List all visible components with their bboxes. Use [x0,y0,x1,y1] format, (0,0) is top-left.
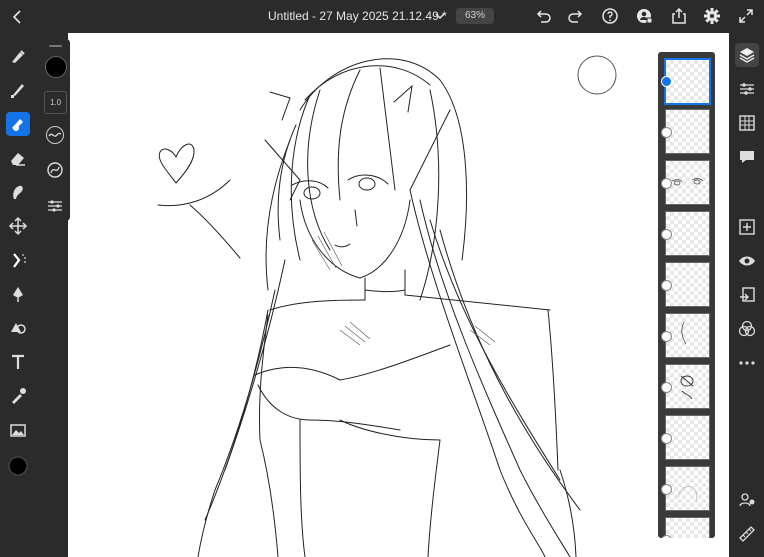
add-layer-icon[interactable] [735,215,759,239]
export-icon[interactable] [669,6,689,26]
text-icon[interactable] [6,350,30,374]
grid-icon[interactable] [735,111,759,135]
brush-settings-icon[interactable] [45,196,65,216]
visibility-icon[interactable] [735,249,759,273]
back-icon[interactable] [8,7,28,27]
panel-handle[interactable] [49,45,62,47]
layer-visibility-dot[interactable] [661,382,672,393]
eyedropper-icon[interactable] [6,384,30,408]
comments-icon[interactable] [735,145,759,169]
undo-icon[interactable] [533,6,553,26]
layer-visibility-dot[interactable] [661,484,672,495]
color-swatch[interactable] [6,454,30,478]
drawing-canvas[interactable] [68,33,729,557]
redo-icon[interactable] [566,6,586,26]
image-icon[interactable] [6,418,30,442]
properties-icon[interactable] [735,77,759,101]
brush-size-field[interactable]: 1.0 [44,91,67,114]
paint-brush-icon[interactable] [6,44,30,68]
sketch-artwork [157,55,617,557]
right-toolbar [729,33,764,557]
layers-panel [658,52,715,538]
pen-icon[interactable] [6,282,30,306]
selection-icon[interactable] [6,248,30,272]
layer-visibility-dot[interactable] [661,280,672,291]
users-icon[interactable] [735,488,759,512]
layer-thumbnail[interactable] [665,517,710,538]
ruler-icon[interactable] [735,522,759,546]
chevron-down-icon[interactable] [434,9,446,23]
expand-icon[interactable] [736,6,756,26]
import-icon[interactable] [735,283,759,307]
layer-visibility-dot[interactable] [661,127,672,138]
move-icon[interactable] [6,214,30,238]
brush-flow-icon[interactable] [45,160,65,180]
layer-visibility-dot[interactable] [661,433,672,444]
stroke-smoothing-icon[interactable] [45,125,65,145]
smudge-icon[interactable] [6,180,30,204]
brush-color-swatch[interactable] [45,56,67,78]
layer-visibility-dot[interactable] [661,331,672,342]
blend-icon[interactable] [735,317,759,341]
brush-settings-panel: 1.0 [41,39,70,221]
more-icon[interactable] [735,351,759,375]
help-icon[interactable] [600,6,620,26]
layers-icon[interactable] [735,43,759,67]
layer-visibility-dot[interactable] [661,178,672,189]
layer-visibility-dot[interactable] [661,76,672,87]
active-brush-icon[interactable] [6,112,30,136]
left-toolbar [0,33,37,557]
eraser-icon[interactable] [6,146,30,170]
document-title[interactable]: Untitled - 27 May 2025 21.12.49 * [268,9,447,23]
top-bar: Untitled - 27 May 2025 21.12.49 * 63% [0,0,764,33]
share-user-icon[interactable] [634,6,654,26]
layer-visibility-dot[interactable] [661,229,672,240]
pixel-brush-icon[interactable] [6,78,30,102]
shape-icon[interactable] [6,316,30,340]
zoom-level[interactable]: 63% [456,8,494,24]
gear-icon[interactable] [702,6,722,26]
